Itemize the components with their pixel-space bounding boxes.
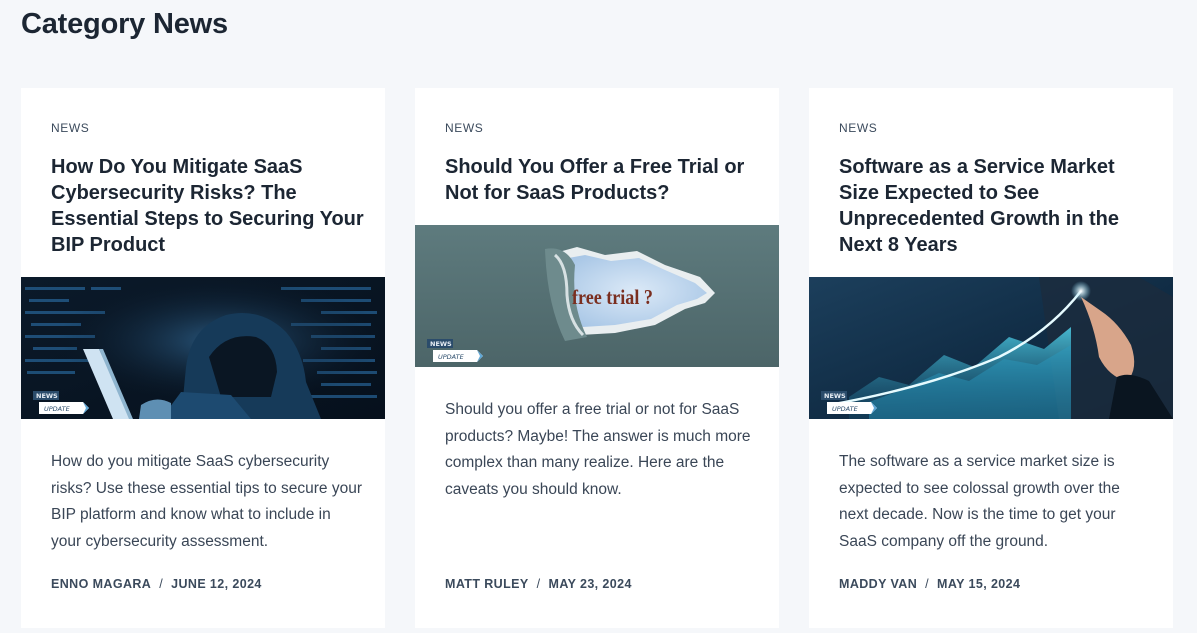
article-excerpt: Should you offer a free trial or not for…: [445, 401, 751, 498]
article-meta: MADDY VAN / MAY 15, 2024: [839, 577, 1020, 591]
article-card[interactable]: NEWS How Do You Mitigate SaaS Cybersecur…: [21, 88, 385, 628]
article-thumbnail-growth[interactable]: NEWS UPDATE: [809, 277, 1173, 419]
article-title-link[interactable]: How Do You Mitigate SaaS Cybersecurity R…: [51, 154, 367, 258]
category-label[interactable]: NEWS: [445, 121, 483, 135]
badge-news-text: NEWS: [430, 340, 452, 348]
article-card[interactable]: NEWS Should You Offer a Free Trial or No…: [415, 88, 779, 628]
meta-separator: /: [536, 577, 541, 591]
article-excerpt: The software as a service market size is…: [839, 453, 1120, 550]
article-title-link[interactable]: Software as a Service Market Size Expect…: [839, 154, 1155, 258]
meta-separator: /: [159, 577, 164, 591]
badge-update-text: UPDATE: [438, 353, 464, 361]
publish-date: MAY 23, 2024: [548, 577, 632, 591]
article-card[interactable]: NEWS Software as a Service Market Size E…: [809, 88, 1173, 628]
article-excerpt: How do you mitigate SaaS cybersecurity r…: [51, 453, 362, 550]
category-label[interactable]: NEWS: [51, 121, 89, 135]
author-link[interactable]: ENNO MAGARA: [51, 577, 151, 591]
badge-news-text: NEWS: [36, 392, 58, 400]
category-label[interactable]: NEWS: [839, 121, 877, 135]
badge-update-text: UPDATE: [832, 405, 858, 413]
badge-news-text: NEWS: [824, 392, 846, 400]
meta-separator: /: [925, 577, 930, 591]
article-thumbnail-hacker[interactable]: NEWS UPDATE: [21, 277, 385, 419]
article-meta: ENNO MAGARA / JUNE 12, 2024: [51, 577, 262, 591]
article-title-link[interactable]: Should You Offer a Free Trial or Not for…: [445, 154, 761, 206]
card-grid: NEWS How Do You Mitigate SaaS Cybersecur…: [0, 0, 1197, 633]
free-trial-text: free trial ?: [572, 285, 653, 309]
article-thumbnail-free-trial[interactable]: free trial ? NEWS UPDATE: [415, 225, 779, 367]
publish-date: MAY 15, 2024: [937, 577, 1021, 591]
author-link[interactable]: MADDY VAN: [839, 577, 917, 591]
article-meta: MATT RULEY / MAY 23, 2024: [445, 577, 632, 591]
author-link[interactable]: MATT RULEY: [445, 577, 529, 591]
publish-date: JUNE 12, 2024: [171, 577, 262, 591]
badge-update-text: UPDATE: [44, 405, 70, 413]
